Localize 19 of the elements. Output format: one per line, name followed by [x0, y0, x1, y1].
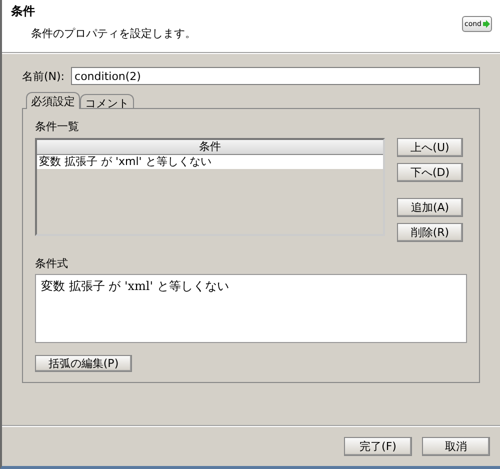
tab[interactable]: 必須設定 — [26, 92, 80, 109]
condition-list-label: 条件一覧 — [35, 119, 80, 134]
dialog-button[interactable]: 完了(F) — [344, 436, 412, 456]
column-header[interactable]: 条件 — [37, 140, 383, 155]
list-action-button[interactable]: 削除(R) — [397, 223, 463, 242]
expression-label: 条件式 — [35, 256, 69, 271]
edit-parentheses-button[interactable]: 括弧の編集(P) — [35, 355, 132, 372]
dialog-title: 条件 — [11, 3, 36, 20]
arrow-icon — [482, 20, 490, 28]
list-action-button[interactable]: 下へ(D) — [397, 163, 463, 182]
dialog-button[interactable]: 取消 — [422, 436, 490, 456]
list-action-button[interactable]: 上へ(U) — [397, 138, 463, 157]
list-row[interactable]: 変数 拡張子 が 'xml' と等しくない — [37, 155, 383, 169]
name-field[interactable]: condition(2) — [70, 67, 480, 85]
dialog-description: 条件のプロパティを設定します。 — [31, 26, 196, 41]
tab[interactable]: コメント — [80, 94, 134, 108]
expression-field[interactable]: 変数 拡張子 が 'xml' と等しくない — [35, 274, 467, 343]
name-label: 名前(N): — [22, 68, 65, 84]
list-action-button[interactable]: 追加(A) — [397, 198, 463, 217]
